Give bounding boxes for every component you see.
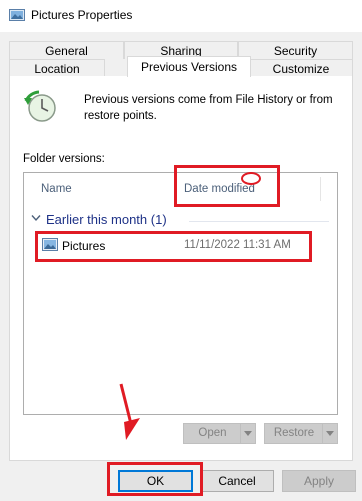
annotation-highlight-date-column — [174, 165, 280, 207]
properties-dialog: Pictures Properties General Sharing Secu… — [0, 0, 362, 501]
tab-customize[interactable]: Customize — [249, 59, 353, 77]
tab-label: Location — [34, 62, 80, 76]
restore-button[interactable]: Restore — [264, 423, 338, 444]
chevron-down-icon[interactable] — [31, 214, 41, 222]
tab-label: Previous Versions — [140, 60, 238, 74]
window-title: Pictures Properties — [31, 8, 133, 22]
title-bar: Pictures Properties — [0, 0, 362, 32]
versions-list[interactable] — [23, 172, 338, 415]
column-divider[interactable] — [320, 177, 321, 201]
pictures-folder-icon — [9, 9, 25, 21]
annotation-highlight-ok-button — [107, 462, 203, 496]
tab-security[interactable]: Security — [238, 41, 353, 59]
folder-versions-label: Folder versions: — [23, 153, 105, 165]
open-button-label: Open — [198, 427, 227, 439]
annotation-highlight-version-row — [35, 231, 312, 262]
history-clock-icon — [24, 90, 56, 122]
tab-label: General — [45, 44, 88, 58]
apply-button[interactable]: Apply — [282, 470, 356, 492]
tab-previous-versions[interactable]: Previous Versions — [127, 56, 251, 77]
annotation-circle-sort-arrow — [241, 172, 261, 185]
cancel-button[interactable]: Cancel — [200, 470, 274, 492]
group-header-earlier-this-month[interactable]: Earlier this month (1) — [46, 212, 167, 227]
tab-general[interactable]: General — [9, 41, 124, 59]
restore-button-label: Restore — [273, 427, 315, 439]
tab-label: Security — [273, 44, 318, 58]
tab-location[interactable]: Location — [9, 59, 105, 77]
tab-label: Customize — [272, 62, 330, 76]
group-divider — [189, 221, 329, 222]
info-text: Previous versions come from File History… — [84, 94, 333, 122]
annotation-arrow-icon — [119, 383, 140, 440]
column-header-name[interactable]: Name — [41, 183, 72, 195]
dropdown-arrow-icon[interactable] — [240, 424, 255, 443]
dropdown-arrow-icon[interactable] — [322, 424, 337, 443]
open-button[interactable]: Open — [183, 423, 256, 444]
